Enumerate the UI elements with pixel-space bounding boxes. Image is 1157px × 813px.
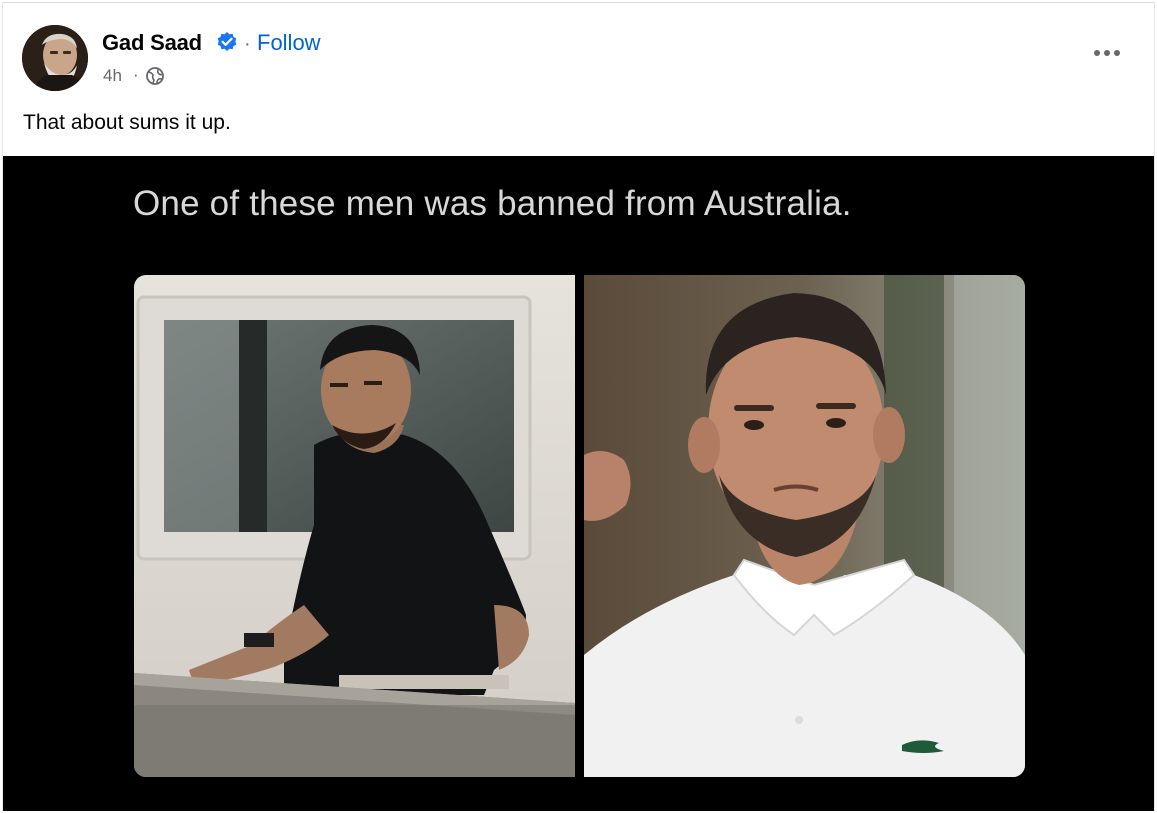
globe-icon[interactable] <box>145 66 165 86</box>
post-image[interactable]: One of these men was banned from Austral… <box>3 156 1154 811</box>
more-options-icon <box>1094 50 1120 56</box>
photo-left-man-on-rooftop <box>134 275 575 777</box>
image-caption-text: One of these men was banned from Austral… <box>133 184 852 223</box>
separator-dot: · <box>133 65 139 84</box>
author-name[interactable]: Gad Saad <box>102 29 202 57</box>
post-text: That about sums it up. <box>23 111 231 134</box>
post-card: Gad Saad · Follow 4h · That about sums i… <box>2 2 1155 811</box>
author-avatar-image <box>22 25 88 91</box>
verified-badge-icon <box>217 32 237 51</box>
separator-dot: · <box>244 33 251 55</box>
photo-right-tennis-player <box>584 275 1025 777</box>
follow-button[interactable]: Follow <box>257 29 321 57</box>
post-timestamp[interactable]: 4h <box>103 65 122 87</box>
author-avatar[interactable] <box>22 25 88 91</box>
more-options-button[interactable] <box>1089 41 1125 65</box>
